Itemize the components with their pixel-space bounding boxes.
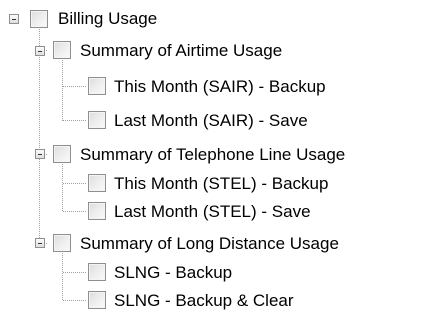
telephone-group-label[interactable]: Summary of Telephone Line Usage xyxy=(80,144,345,165)
telephone-item-last-month-label[interactable]: Last Month (STEL) - Save xyxy=(114,201,311,222)
airtime-item-last-month-label[interactable]: Last Month (SAIR) - Save xyxy=(114,110,308,131)
airtime-group-label[interactable]: Summary of Airtime Usage xyxy=(80,40,282,61)
root-checkbox[interactable] xyxy=(30,10,48,28)
telephone-item-this-month-label[interactable]: This Month (STEL) - Backup xyxy=(114,173,328,194)
telephone-item-last-month-checkbox[interactable] xyxy=(88,202,106,220)
minus-icon xyxy=(38,243,42,244)
airtime-item-last-month-checkbox[interactable] xyxy=(88,111,106,129)
telephone-item-this-month-checkbox[interactable] xyxy=(88,174,106,192)
airtime-item-this-month-label[interactable]: This Month (SAIR) - Backup xyxy=(114,76,326,97)
long-distance-item-backup-clear-label[interactable]: SLNG - Backup & Clear xyxy=(114,290,294,311)
telephone-group-collapse-toggle[interactable] xyxy=(35,149,45,159)
airtime-group-collapse-toggle[interactable] xyxy=(35,46,45,56)
airtime-item-this-month-checkbox[interactable] xyxy=(88,77,106,95)
minus-icon xyxy=(38,154,42,155)
long-distance-group-collapse-toggle[interactable] xyxy=(35,238,45,248)
long-distance-item-backup-label[interactable]: SLNG - Backup xyxy=(114,262,232,283)
long-distance-item-backup-clear-checkbox[interactable] xyxy=(88,291,106,309)
billing-usage-tree: Billing Usage Summary of Airtime Usage T… xyxy=(0,0,428,321)
minus-icon xyxy=(12,19,16,20)
root-collapse-toggle[interactable] xyxy=(9,14,19,24)
telephone-group-checkbox[interactable] xyxy=(53,145,71,163)
minus-icon xyxy=(38,51,42,52)
long-distance-item-backup-checkbox[interactable] xyxy=(88,263,106,281)
root-label[interactable]: Billing Usage xyxy=(58,8,157,29)
long-distance-group-label[interactable]: Summary of Long Distance Usage xyxy=(80,233,339,254)
airtime-group-checkbox[interactable] xyxy=(53,41,71,59)
long-distance-group-checkbox[interactable] xyxy=(53,234,71,252)
